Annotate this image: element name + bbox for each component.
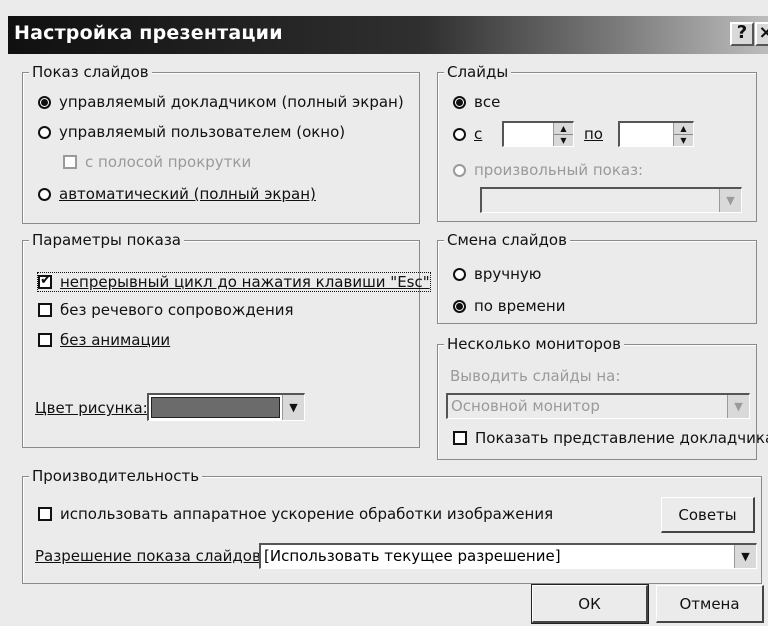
radio-button-icon — [453, 163, 466, 177]
performance-legend: Производительность — [29, 466, 203, 486]
display-on-dropdown: Основной монитор ▼ — [446, 393, 750, 419]
to-slide-field[interactable]: ▲ ▼ — [618, 121, 694, 147]
radio-all-label: все — [474, 93, 501, 111]
performance-group: Производительность использовать аппаратн… — [22, 466, 762, 584]
tips-button[interactable]: Советы — [661, 497, 755, 533]
from-spinner[interactable]: ▲ ▼ — [553, 123, 573, 146]
resolution-dropdown[interactable]: [Использовать текущее разрешение] ▼ — [259, 543, 757, 569]
radio-speaker[interactable]: управляемый докладчиком (полный экран) — [38, 93, 404, 111]
radio-user[interactable]: управляемый пользователем (окно) — [38, 123, 345, 141]
radio-timings-label: по времени — [474, 297, 566, 315]
checkbox-loop-label: непрерывный цикл до нажатия клавиши "Esc… — [60, 273, 430, 291]
chevron-down-icon[interactable]: ▼ — [734, 545, 756, 568]
radio-all-slides[interactable]: все — [453, 93, 500, 111]
radio-button-icon — [453, 127, 466, 141]
radio-button-icon — [38, 187, 51, 201]
spin-up-icon[interactable]: ▲ — [674, 123, 693, 135]
set-up-show-dialog: Настройка презентации ? × Показ слайдов … — [0, 0, 768, 626]
radio-button-icon — [38, 125, 51, 139]
radio-manual[interactable]: вручную — [453, 265, 541, 283]
radio-custom-label: произвольный показ: — [474, 161, 644, 179]
chevron-down-icon: ▼ — [727, 395, 749, 418]
checkbox-icon — [63, 155, 77, 169]
advance-slides-legend: Смена слайдов — [444, 230, 570, 250]
show-type-legend: Показ слайдов — [29, 62, 152, 82]
radio-button-icon — [38, 95, 51, 109]
radio-kiosk-label: автоматический (полный экран) — [59, 185, 316, 203]
pen-color-label: Цвет рисунка: — [35, 399, 148, 417]
multiple-monitors-group: Несколько мониторов Выводить слайды на: … — [437, 334, 768, 460]
advance-slides-group: Смена слайдов вручную по времени — [437, 230, 757, 324]
spin-down-icon[interactable]: ▼ — [674, 135, 693, 147]
checkbox-checked-icon — [38, 272, 52, 289]
show-type-group: Показ слайдов управляемый докладчиком (п… — [22, 62, 420, 224]
radio-button-icon — [453, 299, 466, 313]
checkbox-hw-accel-label: использовать аппаратное ускорение обрабо… — [60, 505, 554, 523]
checkbox-no-animation-label: без анимации — [60, 331, 171, 349]
cancel-button-label: Отмена — [679, 594, 740, 613]
resolution-value: [Использовать текущее разрешение] — [264, 547, 561, 565]
window-title: Настройка презентации — [14, 22, 283, 44]
radio-speaker-label: управляемый докладчиком (полный экран) — [59, 93, 404, 111]
cancel-button[interactable]: Отмена — [656, 585, 764, 623]
checkbox-icon — [38, 303, 52, 317]
display-on-value: Основной монитор — [451, 397, 600, 415]
radio-kiosk[interactable]: автоматический (полный экран) — [38, 185, 316, 203]
from-slide-field[interactable]: ▲ ▼ — [502, 121, 574, 147]
checkbox-presenter-view-label: Показать представление докладчика — [475, 429, 768, 447]
chevron-down-icon[interactable]: ▼ — [282, 395, 304, 420]
ok-button[interactable]: ОК — [531, 584, 649, 624]
radio-user-label: управляемый пользователем (окно) — [59, 123, 346, 141]
spin-down-icon[interactable]: ▼ — [554, 135, 573, 147]
checkbox-scrollbar: с полосой прокрутки — [63, 153, 251, 171]
title-bar[interactable]: Настройка презентации ? × — [8, 16, 768, 54]
radio-custom-show: произвольный показ: — [453, 161, 643, 179]
help-button[interactable]: ? — [730, 22, 754, 46]
to-label: по — [584, 125, 603, 143]
checkbox-no-animation[interactable]: без анимации — [38, 331, 170, 349]
multiple-monitors-legend: Несколько мониторов — [444, 334, 624, 354]
tips-button-label: Советы — [678, 505, 737, 524]
radio-slide-range[interactable]: с — [453, 125, 482, 143]
slides-group: Слайды все с ▲ ▼ по ▲ ▼ произвольный показ… — [437, 62, 757, 222]
checkbox-icon — [38, 333, 52, 347]
chevron-down-icon: ▼ — [719, 189, 741, 212]
radio-button-icon — [453, 267, 466, 281]
radio-from-label: с — [474, 125, 483, 143]
custom-show-dropdown: ▼ — [480, 187, 742, 213]
show-options-group: Параметры показа непрерывный цикл до наж… — [22, 230, 431, 448]
show-options-legend: Параметры показа — [29, 230, 185, 250]
checkbox-icon — [38, 507, 52, 521]
close-button[interactable]: × — [755, 22, 768, 46]
checkbox-icon — [453, 431, 467, 445]
radio-timings[interactable]: по времени — [453, 297, 565, 315]
to-spinner[interactable]: ▲ ▼ — [673, 123, 693, 146]
radio-manual-label: вручную — [474, 265, 542, 283]
checkbox-scrollbar-label: с полосой прокрутки — [85, 153, 252, 171]
checkbox-hardware-acceleration[interactable]: использовать аппаратное ускорение обрабо… — [38, 505, 553, 523]
pen-color-swatch — [151, 397, 280, 418]
checkbox-presenter-view[interactable]: Показать представление докладчика — [453, 429, 768, 447]
checkbox-no-narration[interactable]: без речевого сопровождения — [38, 301, 294, 319]
resolution-label: Разрешение показа слайдов: — [35, 547, 266, 565]
radio-button-icon — [453, 95, 466, 109]
checkbox-loop[interactable]: непрерывный цикл до нажатия клавиши "Esc… — [37, 272, 431, 292]
resolution-label-text: Разрешение показа слайдов: — [35, 547, 266, 565]
checkbox-no-narration-label: без речевого сопровождения — [60, 301, 294, 319]
display-on-label: Выводить слайды на: — [450, 367, 621, 385]
ok-button-label: ОК — [578, 594, 601, 613]
pen-color-dropdown[interactable]: ▼ — [147, 393, 305, 421]
spin-up-icon[interactable]: ▲ — [554, 123, 573, 135]
slides-legend: Слайды — [444, 62, 512, 82]
